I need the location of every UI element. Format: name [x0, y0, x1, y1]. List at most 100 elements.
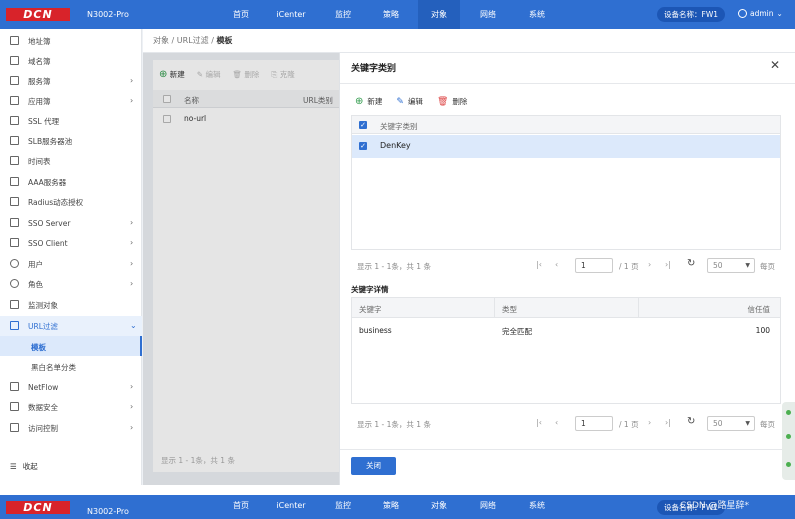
watermark: CSDN @路星辞* [680, 501, 750, 511]
nav-home[interactable]: 首页 [222, 0, 260, 29]
nav-object[interactable]: 对象 [418, 0, 460, 29]
chevron-right-icon: › [130, 402, 134, 411]
sidebar-item-monitor-object[interactable]: 监测对象 [0, 295, 142, 315]
sidebar-item-sso-client[interactable]: SSO Client › [0, 233, 142, 253]
row-checkbox[interactable]: ✓ [359, 142, 367, 150]
nav-system[interactable]: 系统 [516, 495, 558, 519]
keyword-detail-title: 关键字详情 [351, 285, 389, 294]
nav-policy[interactable]: 策略 [364, 495, 418, 519]
sidebar-subitem-template[interactable]: 模板 [0, 336, 142, 356]
breadcrumb-current: 模板 [216, 36, 233, 45]
refresh-icon[interactable]: ↻ [687, 416, 695, 427]
sidebar-item-user[interactable]: 用户 › [0, 254, 142, 274]
divider [340, 449, 795, 450]
sidebar-item-domain-book[interactable]: 域名簿 [0, 51, 142, 71]
nav-home[interactable]: 首页 [222, 495, 260, 519]
page-size-select[interactable]: 50 ▼ [707, 416, 755, 431]
chevron-right-icon: › [130, 259, 134, 268]
nav-icenter[interactable]: iCenter [260, 495, 322, 519]
page-input[interactable]: 1 [575, 416, 613, 431]
sidebar-item-access-control[interactable]: 访问控制 › [0, 418, 142, 438]
sidebar-item-service-book[interactable]: 服务簿 › [0, 71, 142, 91]
sidebar-item-sso-server[interactable]: SSO Server › [0, 213, 142, 233]
sidebar-item-ssl-proxy[interactable]: SSL 代理 [0, 111, 142, 131]
collapse-sidebar-button[interactable]: ☰ 收起 [10, 461, 38, 472]
next-page-icon[interactable]: › [648, 418, 651, 427]
table-header: ✓ 关键字类别 [352, 116, 780, 134]
sidebar-item-url-filter[interactable]: URL过滤 ⌄ [0, 316, 142, 336]
sidebar-item-slb-pool[interactable]: SLB服务器池 [0, 131, 142, 151]
page-input[interactable]: 1 [575, 258, 613, 273]
last-page-icon[interactable]: ›| [665, 418, 671, 427]
nav-policy[interactable]: 策略 [364, 0, 418, 29]
edit-keyword-button[interactable]: ✎ 编辑 [396, 96, 423, 107]
nav-monitor[interactable]: 监控 [322, 0, 364, 29]
user-icon [10, 259, 19, 268]
calendar-icon [10, 156, 19, 165]
close-icon[interactable]: ✕ [770, 58, 780, 72]
nav-icenter[interactable]: iCenter [260, 0, 322, 29]
chevron-right-icon: › [130, 279, 134, 288]
role-icon [10, 279, 19, 288]
floating-widget[interactable] [782, 402, 795, 480]
chevron-right-icon: › [130, 96, 134, 105]
table-row[interactable]: business 完全匹配 100 [352, 320, 780, 342]
nav-network[interactable]: 网络 [460, 0, 516, 29]
overlay-mask[interactable] [143, 53, 339, 485]
sidebar-item-schedule[interactable]: 时间表 [0, 151, 142, 171]
caret-down-icon: ▼ [745, 420, 750, 427]
refresh-icon[interactable]: ↻ [687, 258, 695, 269]
table-header: 关键字 类型 信任值 [352, 298, 780, 318]
service-book-icon [10, 76, 19, 85]
monitor-shield-icon [10, 300, 19, 309]
netflow-icon [10, 382, 19, 391]
dcn-logo: DCN [6, 8, 70, 21]
status-dot-icon [786, 462, 791, 467]
device-name-badge: 设备名称：FW1 [657, 7, 726, 22]
device-model: N3002-Pro [87, 507, 129, 516]
sidebar-item-data-security[interactable]: 数据安全 › [0, 397, 142, 417]
plus-circle-icon: ⊕ [355, 96, 364, 107]
sidebar-subitem-black-white-list[interactable]: 黑白名单分类 [0, 356, 142, 376]
nav-network[interactable]: 网络 [460, 495, 516, 519]
filter-icon [10, 321, 19, 330]
sso-client-icon [10, 238, 19, 247]
delete-keyword-button[interactable]: 🗑 删除 [437, 96, 467, 107]
last-page-icon[interactable]: ›| [665, 260, 671, 269]
sidebar-item-radius[interactable]: Radius动态授权 [0, 192, 142, 212]
sidebar-item-address-book[interactable]: 地址簿 [0, 31, 142, 51]
column-divider [638, 298, 639, 318]
screenshot-gap [0, 485, 795, 495]
keyword-toolbar: ⊕ 新建 ✎ 编辑 🗑 删除 [355, 96, 467, 107]
next-page-icon[interactable]: › [648, 260, 651, 269]
table-row[interactable]: ✓ DenKey [352, 135, 780, 158]
nav-object[interactable]: 对象 [418, 495, 460, 519]
dcn-logo: DCN [6, 501, 70, 514]
sidebar-item-app-book[interactable]: 应用簿 › [0, 91, 142, 111]
first-page-icon[interactable]: |‹ [536, 260, 542, 269]
sidebar-item-aaa-server[interactable]: AAA服务器 [0, 172, 142, 192]
user-menu[interactable]: admin ⌄ [738, 9, 783, 18]
column-divider [494, 298, 495, 318]
sidebar-item-netflow[interactable]: NetFlow › [0, 377, 142, 397]
chevron-right-icon: › [130, 423, 134, 432]
nav-monitor[interactable]: 监控 [322, 495, 364, 519]
sidebar-item-role[interactable]: 角色 › [0, 274, 142, 294]
keyword-category-drawer: 关键字类别 ✕ ⊕ 新建 ✎ 编辑 🗑 删除 ✓ 关键字类别 ✓ DenKey 显示 … [339, 53, 795, 485]
prev-page-icon[interactable]: ‹ [555, 418, 558, 427]
new-keyword-button[interactable]: ⊕ 新建 [355, 96, 382, 107]
chevron-right-icon: › [130, 382, 134, 391]
shield-icon [10, 197, 19, 206]
main-nav: 首页 iCenter 监控 策略 对象 网络 系统 [222, 0, 558, 29]
top-nav-bar: DCN N3002-Pro 首页 iCenter 监控 策略 对象 网络 系统 … [0, 0, 795, 29]
select-all-checkbox[interactable]: ✓ [359, 121, 367, 129]
chevron-right-icon: › [130, 76, 134, 85]
nav-system[interactable]: 系统 [516, 0, 558, 29]
sso-server-icon [10, 218, 19, 227]
caret-down-icon: ▼ [745, 262, 750, 269]
chevron-right-icon: › [130, 218, 134, 227]
close-button[interactable]: 关闭 [351, 457, 396, 475]
page-size-select[interactable]: 50 ▼ [707, 258, 755, 273]
first-page-icon[interactable]: |‹ [536, 418, 542, 427]
prev-page-icon[interactable]: ‹ [555, 260, 558, 269]
